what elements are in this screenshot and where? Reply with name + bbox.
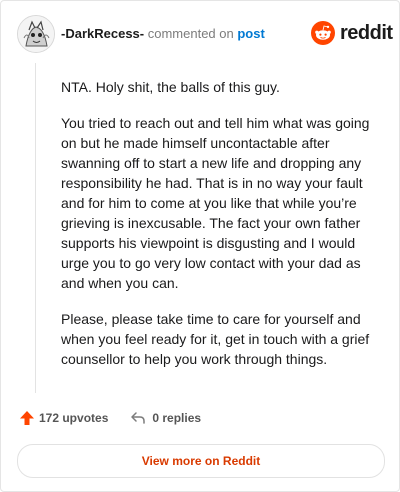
reply-arrow-icon xyxy=(131,412,146,424)
view-more-button[interactable]: View more on Reddit xyxy=(17,444,385,478)
comment-paragraph: Please, please take time to care for you… xyxy=(61,311,370,367)
reply-count: 0 replies xyxy=(152,411,202,425)
upvote-arrow-icon xyxy=(20,411,34,425)
username-link[interactable]: -DarkRecess- xyxy=(61,26,144,41)
action-text: commented on xyxy=(147,26,234,41)
upvote-button[interactable]: 172 upvotes xyxy=(19,410,108,426)
comment-actions: 172 upvotes 0 replies xyxy=(19,410,201,426)
reddit-logo-icon xyxy=(311,21,335,45)
thread-line xyxy=(35,63,36,393)
comment-paragraph: NTA. Holy shit, the balls of this guy. xyxy=(61,79,280,95)
comment-body: NTA. Holy shit, the balls of this guy. Y… xyxy=(61,77,379,385)
post-link[interactable]: post xyxy=(237,26,264,41)
comment-header: -DarkRecess- commented on post xyxy=(61,26,265,42)
user-avatar[interactable] xyxy=(17,15,55,53)
reply-button[interactable]: 0 replies xyxy=(130,410,201,426)
avatar-illustration-icon xyxy=(18,16,54,52)
comment-paragraph: You tried to reach out and tell him what… xyxy=(61,115,370,291)
reddit-wordmark: reddit xyxy=(340,22,393,44)
reddit-brand[interactable]: reddit xyxy=(311,21,393,45)
embedded-comment-card: -DarkRecess- commented on post reddit NT… xyxy=(0,0,400,492)
upvote-count: 172 upvotes xyxy=(39,411,109,425)
